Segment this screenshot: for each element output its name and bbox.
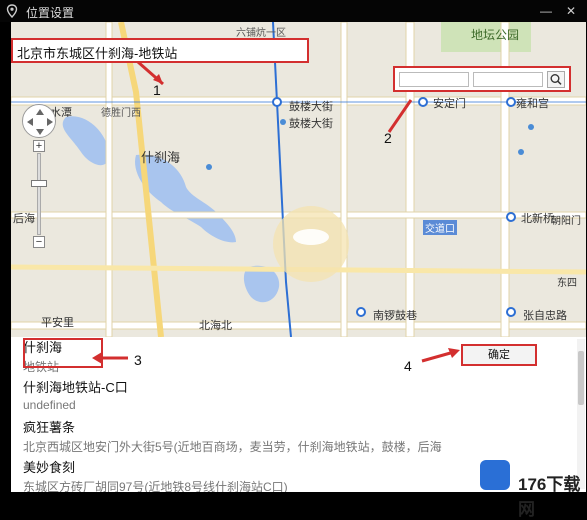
map-label: 雍和宫 xyxy=(516,98,549,110)
minimize-button[interactable]: — xyxy=(535,2,557,20)
zoom-in-button[interactable]: + xyxy=(33,140,45,152)
pan-arrows-icon xyxy=(27,109,53,135)
map-label: 什刹海 xyxy=(141,150,181,165)
location-icon xyxy=(6,4,18,18)
title-bar: 位置设置 — ✕ xyxy=(0,0,587,22)
map-label: 平安里 xyxy=(41,317,74,329)
scrollbar[interactable] xyxy=(577,339,585,489)
arrow-4-icon xyxy=(421,348,460,363)
map-label: 后海 xyxy=(13,213,35,225)
map-label: 东四 xyxy=(557,278,577,289)
map-label: 南锣鼓巷 xyxy=(373,310,417,322)
map-label: 鼓楼大街 xyxy=(289,101,333,113)
close-button[interactable]: ✕ xyxy=(560,2,582,20)
arrow-3-icon xyxy=(92,352,128,364)
list-item[interactable]: 什刹海地铁站-C口 undefined xyxy=(23,377,563,412)
list-item[interactable]: 疯狂薯条 北京西城区地安门外大街5号(近地百商场，麦当劳，什刹海地铁站，鼓楼，后… xyxy=(23,417,563,455)
map-label: 北新桥 xyxy=(521,213,554,225)
map-label: 朝阳门 xyxy=(551,216,581,227)
map-label: 交道口 xyxy=(423,220,457,235)
scrollbar-thumb[interactable] xyxy=(578,351,584,405)
search-button[interactable] xyxy=(547,71,565,88)
window-title: 位置设置 xyxy=(26,6,75,20)
result-address: undefined xyxy=(23,398,76,412)
search-keyword-input[interactable] xyxy=(473,72,543,87)
annotation-label-1: 1 xyxy=(153,82,161,98)
zoom-out-button[interactable]: − xyxy=(33,236,45,248)
result-name: 什刹海地铁站-C口 xyxy=(23,380,128,395)
map-label: 六铺炕一区 xyxy=(236,28,286,39)
address-field[interactable]: 北京市东城区什刹海-地铁站 xyxy=(11,38,309,63)
result-address: 北京西城区地安门外大街5号(近地百商场，麦当劳，什刹海地铁站，鼓楼，后海 xyxy=(23,440,442,454)
annotation-label-2: 2 xyxy=(384,130,392,146)
search-city-input[interactable] xyxy=(399,72,469,87)
map-label: 张自忠路 xyxy=(523,310,567,322)
map-label: 地坛公园 xyxy=(471,28,520,42)
annotation-label-3: 3 xyxy=(134,352,142,368)
watermark-text: 176下载网 xyxy=(518,475,581,519)
zoom-slider: + − xyxy=(31,140,47,252)
map-label: 鼓楼大街 xyxy=(289,118,333,130)
zoom-track[interactable] xyxy=(37,153,41,235)
watermark-logo-icon xyxy=(480,460,510,490)
map-label: 安定门 xyxy=(433,98,466,110)
annotation-label-4: 4 xyxy=(404,358,412,374)
zoom-thumb[interactable] xyxy=(31,180,47,187)
map-search-box xyxy=(393,66,571,92)
search-icon xyxy=(550,74,562,85)
pan-control[interactable] xyxy=(22,104,56,138)
result-name: 疯狂薯条 xyxy=(23,420,76,435)
map-label: 北海北 xyxy=(199,320,232,332)
map-label: 德胜门西 xyxy=(101,108,141,119)
confirm-button[interactable]: 确定 xyxy=(461,344,537,366)
